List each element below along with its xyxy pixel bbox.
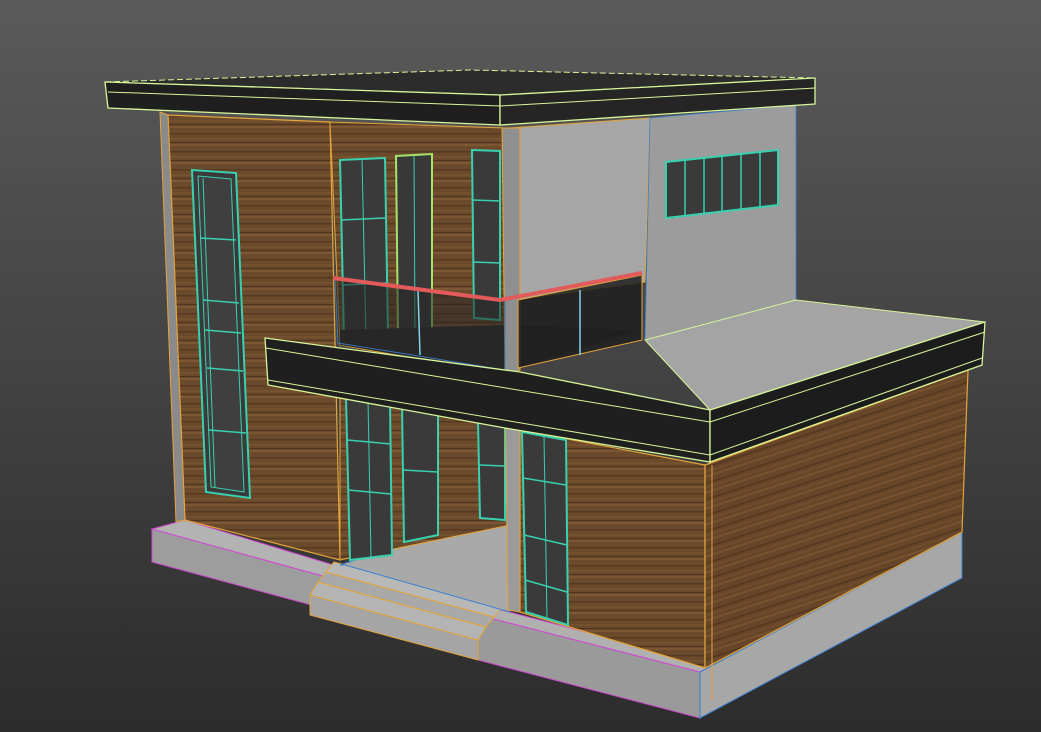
porch-door-mid[interactable] [400, 403, 439, 544]
porch-window-right-rail [478, 464, 506, 467]
balcony-window-2-rail-a [472, 199, 501, 202]
house-model[interactable] [0, 0, 1041, 732]
plaster-inner-wall [509, 117, 651, 301]
porch-window-right[interactable] [476, 418, 506, 522]
plaster-side-wall [644, 104, 797, 341]
ground-tall-window[interactable] [520, 430, 570, 627]
balcony-window-2-rail-b [472, 261, 501, 264]
left-wall[interactable] [159, 111, 341, 561]
porch-door-left[interactable] [344, 396, 394, 562]
balcony-window-2[interactable] [470, 148, 501, 322]
3d-viewport[interactable] [0, 0, 1041, 732]
